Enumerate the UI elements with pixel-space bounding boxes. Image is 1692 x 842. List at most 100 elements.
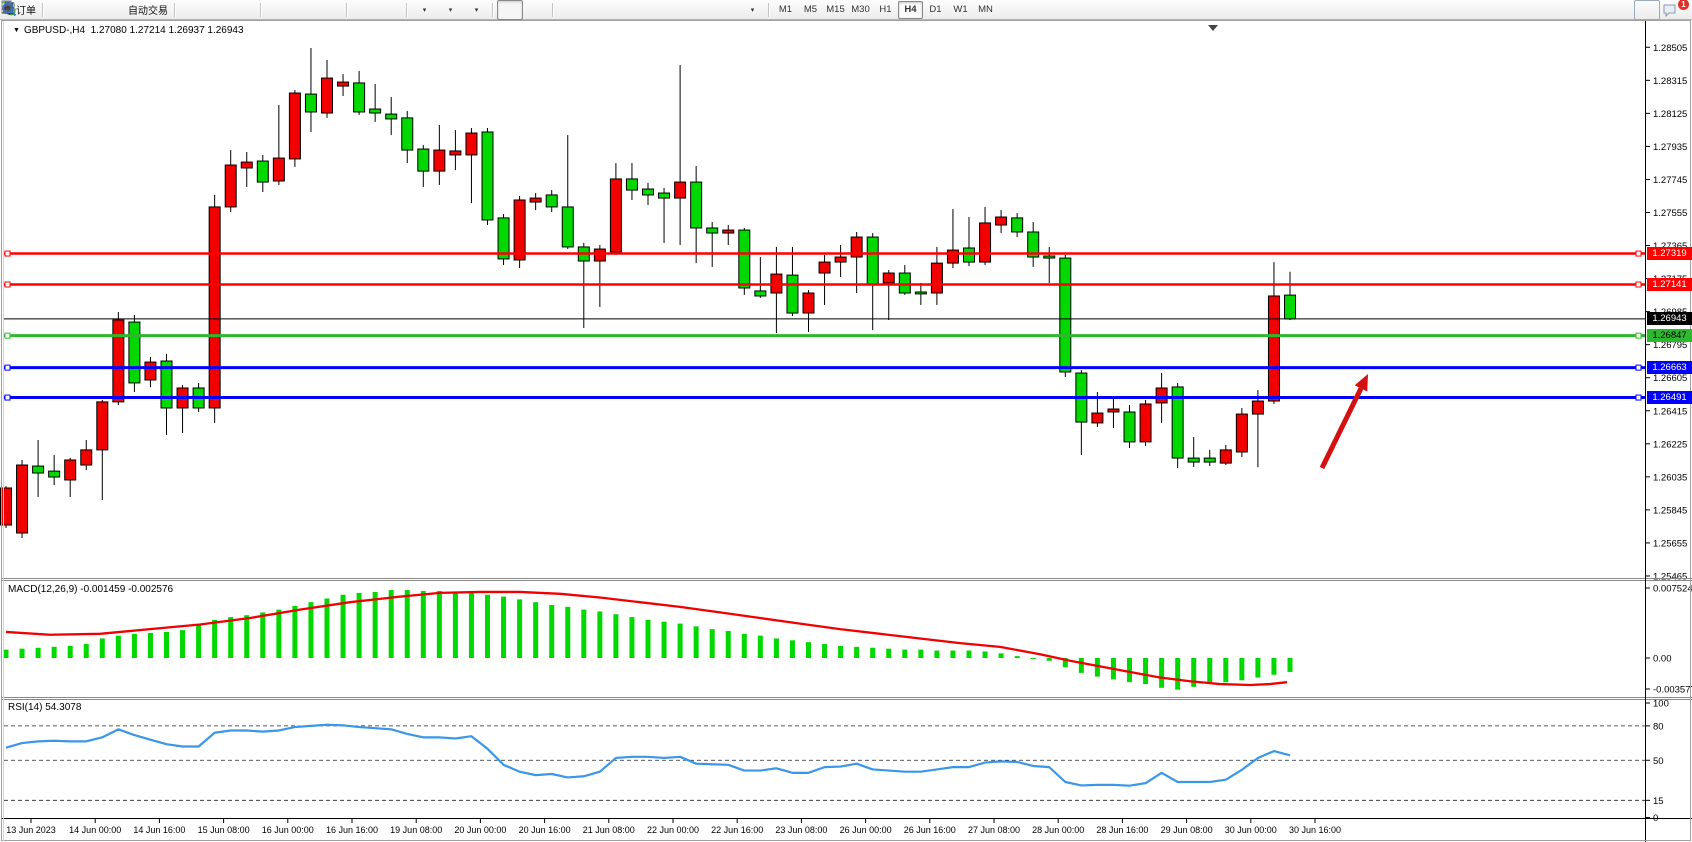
line-handle[interactable] xyxy=(1636,365,1641,370)
price-tick-label: 1.26225 xyxy=(1653,439,1687,450)
profiles-button[interactable] xyxy=(73,0,99,20)
candle-body xyxy=(49,471,60,477)
auto-scroll-button[interactable] xyxy=(377,0,403,20)
candle-body xyxy=(289,93,300,159)
time-label: 27 Jun 08:00 xyxy=(968,825,1020,835)
line-handle[interactable] xyxy=(5,395,10,400)
macd-bar xyxy=(774,638,779,658)
line-handle[interactable] xyxy=(5,333,10,338)
candle-body xyxy=(386,114,397,119)
line-chart-button[interactable] xyxy=(231,0,257,20)
macd-bar xyxy=(1127,658,1132,682)
symbol-dropdown-icon[interactable]: ▼ xyxy=(13,27,20,34)
indicators-button[interactable]: ▾ xyxy=(411,0,437,20)
macd-bar xyxy=(1047,658,1052,661)
timeframe-d1[interactable]: D1 xyxy=(923,1,948,19)
line-handle[interactable] xyxy=(1636,282,1641,287)
ohlc-values: 1.27080 1.27214 1.26937 1.26943 xyxy=(91,25,244,36)
line-handle[interactable] xyxy=(1636,251,1641,256)
candle-body xyxy=(1220,450,1231,463)
arrows-button[interactable]: ▾ xyxy=(739,0,765,20)
bar-chart-button[interactable] xyxy=(179,0,205,20)
line-handle[interactable] xyxy=(5,251,10,256)
macd-bar xyxy=(710,629,715,658)
macd-main-value: -0.001459 xyxy=(80,584,125,595)
line-handle[interactable] xyxy=(1636,333,1641,338)
price-tag-current-price: 1.26943 xyxy=(1647,312,1692,325)
notification-badge: 1 xyxy=(1678,0,1689,10)
candlestick-chart-button[interactable] xyxy=(205,0,231,20)
highlight-button[interactable] xyxy=(47,0,73,20)
timeframe-m1[interactable]: M1 xyxy=(773,1,798,19)
price-tag-support-2: 1.26491 xyxy=(1647,391,1692,404)
line-handle[interactable] xyxy=(1636,395,1641,400)
auto-trading-button[interactable]: 自动交易 xyxy=(125,0,171,20)
macd-bar xyxy=(822,644,827,658)
chart-shift-button[interactable] xyxy=(351,0,377,20)
equidistant-channel-button[interactable]: E xyxy=(635,0,661,20)
search-icon[interactable] xyxy=(1634,0,1660,20)
macd-bar xyxy=(662,622,667,658)
timeframe-m5[interactable]: M5 xyxy=(798,1,823,19)
text-button[interactable]: A xyxy=(687,0,713,20)
symbol-period-label: GBPUSD-,H4 xyxy=(24,25,85,36)
chat-notifications-icon[interactable]: 1 xyxy=(1660,0,1686,20)
line-handle[interactable] xyxy=(5,365,10,370)
timeframe-h1[interactable]: H1 xyxy=(873,1,898,19)
price-tick-label: 1.28125 xyxy=(1653,109,1687,120)
macd-bar xyxy=(1159,658,1164,688)
candle-body xyxy=(594,249,605,261)
candle-body xyxy=(964,248,975,262)
macd-bar xyxy=(886,649,891,658)
candle-body xyxy=(450,151,461,155)
toolbar-separator xyxy=(42,3,44,17)
macd-bar xyxy=(790,640,795,658)
cursor-button[interactable] xyxy=(497,0,523,20)
trendline-button[interactable] xyxy=(609,0,635,20)
macd-bar xyxy=(999,653,1004,658)
vertical-line-button[interactable] xyxy=(557,0,583,20)
timeframe-m30[interactable]: M30 xyxy=(848,1,873,19)
macd-bar xyxy=(100,638,105,658)
candle-body xyxy=(546,195,557,207)
macd-bar xyxy=(228,617,233,658)
line-handle[interactable] xyxy=(5,282,10,287)
chart-canvas[interactable]: 1.285051.283151.281251.279351.277451.275… xyxy=(0,0,1692,842)
macd-bar xyxy=(694,626,699,658)
macd-bar xyxy=(758,636,763,658)
timeframe-w1[interactable]: W1 xyxy=(948,1,973,19)
tile-windows-button[interactable] xyxy=(317,0,343,20)
timeframe-m15[interactable]: M15 xyxy=(823,1,848,19)
candle-body xyxy=(691,182,702,228)
main-chart-pane[interactable] xyxy=(2,21,1645,578)
candle-body xyxy=(675,182,686,198)
time-label: 22 Jun 00:00 xyxy=(647,825,699,835)
toolbar-separator xyxy=(552,3,554,17)
crosshair-button[interactable] xyxy=(523,0,549,20)
timeframe-mn[interactable]: MN xyxy=(973,1,998,19)
timeframe-h4[interactable]: H4 xyxy=(898,1,923,19)
time-label: 20 Jun 00:00 xyxy=(454,825,506,835)
candle-body xyxy=(1044,256,1055,258)
price-tag-green-level: 1.26847 xyxy=(1647,329,1692,342)
candle-body xyxy=(707,228,718,233)
price-tick-label: 1.26605 xyxy=(1653,373,1687,384)
time-label: 16 Jun 16:00 xyxy=(326,825,378,835)
zoom-in-button[interactable] xyxy=(265,0,291,20)
fibonacci-button[interactable]: F xyxy=(661,0,687,20)
macd-bar xyxy=(357,593,362,658)
chart-window-title: ▼ GBPUSD-,H4 1.27080 1.27214 1.26937 1.26… xyxy=(13,25,244,36)
horizontal-line-button[interactable] xyxy=(583,0,609,20)
sounds-button[interactable] xyxy=(99,0,125,20)
zoom-out-button[interactable] xyxy=(291,0,317,20)
chevron-down-icon: ▾ xyxy=(449,6,453,14)
templates-button[interactable]: ▾ xyxy=(463,0,489,20)
macd-bar xyxy=(613,614,618,658)
toolbar-separator xyxy=(492,3,494,17)
text-label-button[interactable]: T xyxy=(713,0,739,20)
macd-bar xyxy=(325,598,330,658)
macd-bar xyxy=(1288,658,1293,672)
macd-bar xyxy=(132,634,137,658)
candle-body xyxy=(1252,401,1263,414)
periods-button[interactable]: ▾ xyxy=(437,0,463,20)
